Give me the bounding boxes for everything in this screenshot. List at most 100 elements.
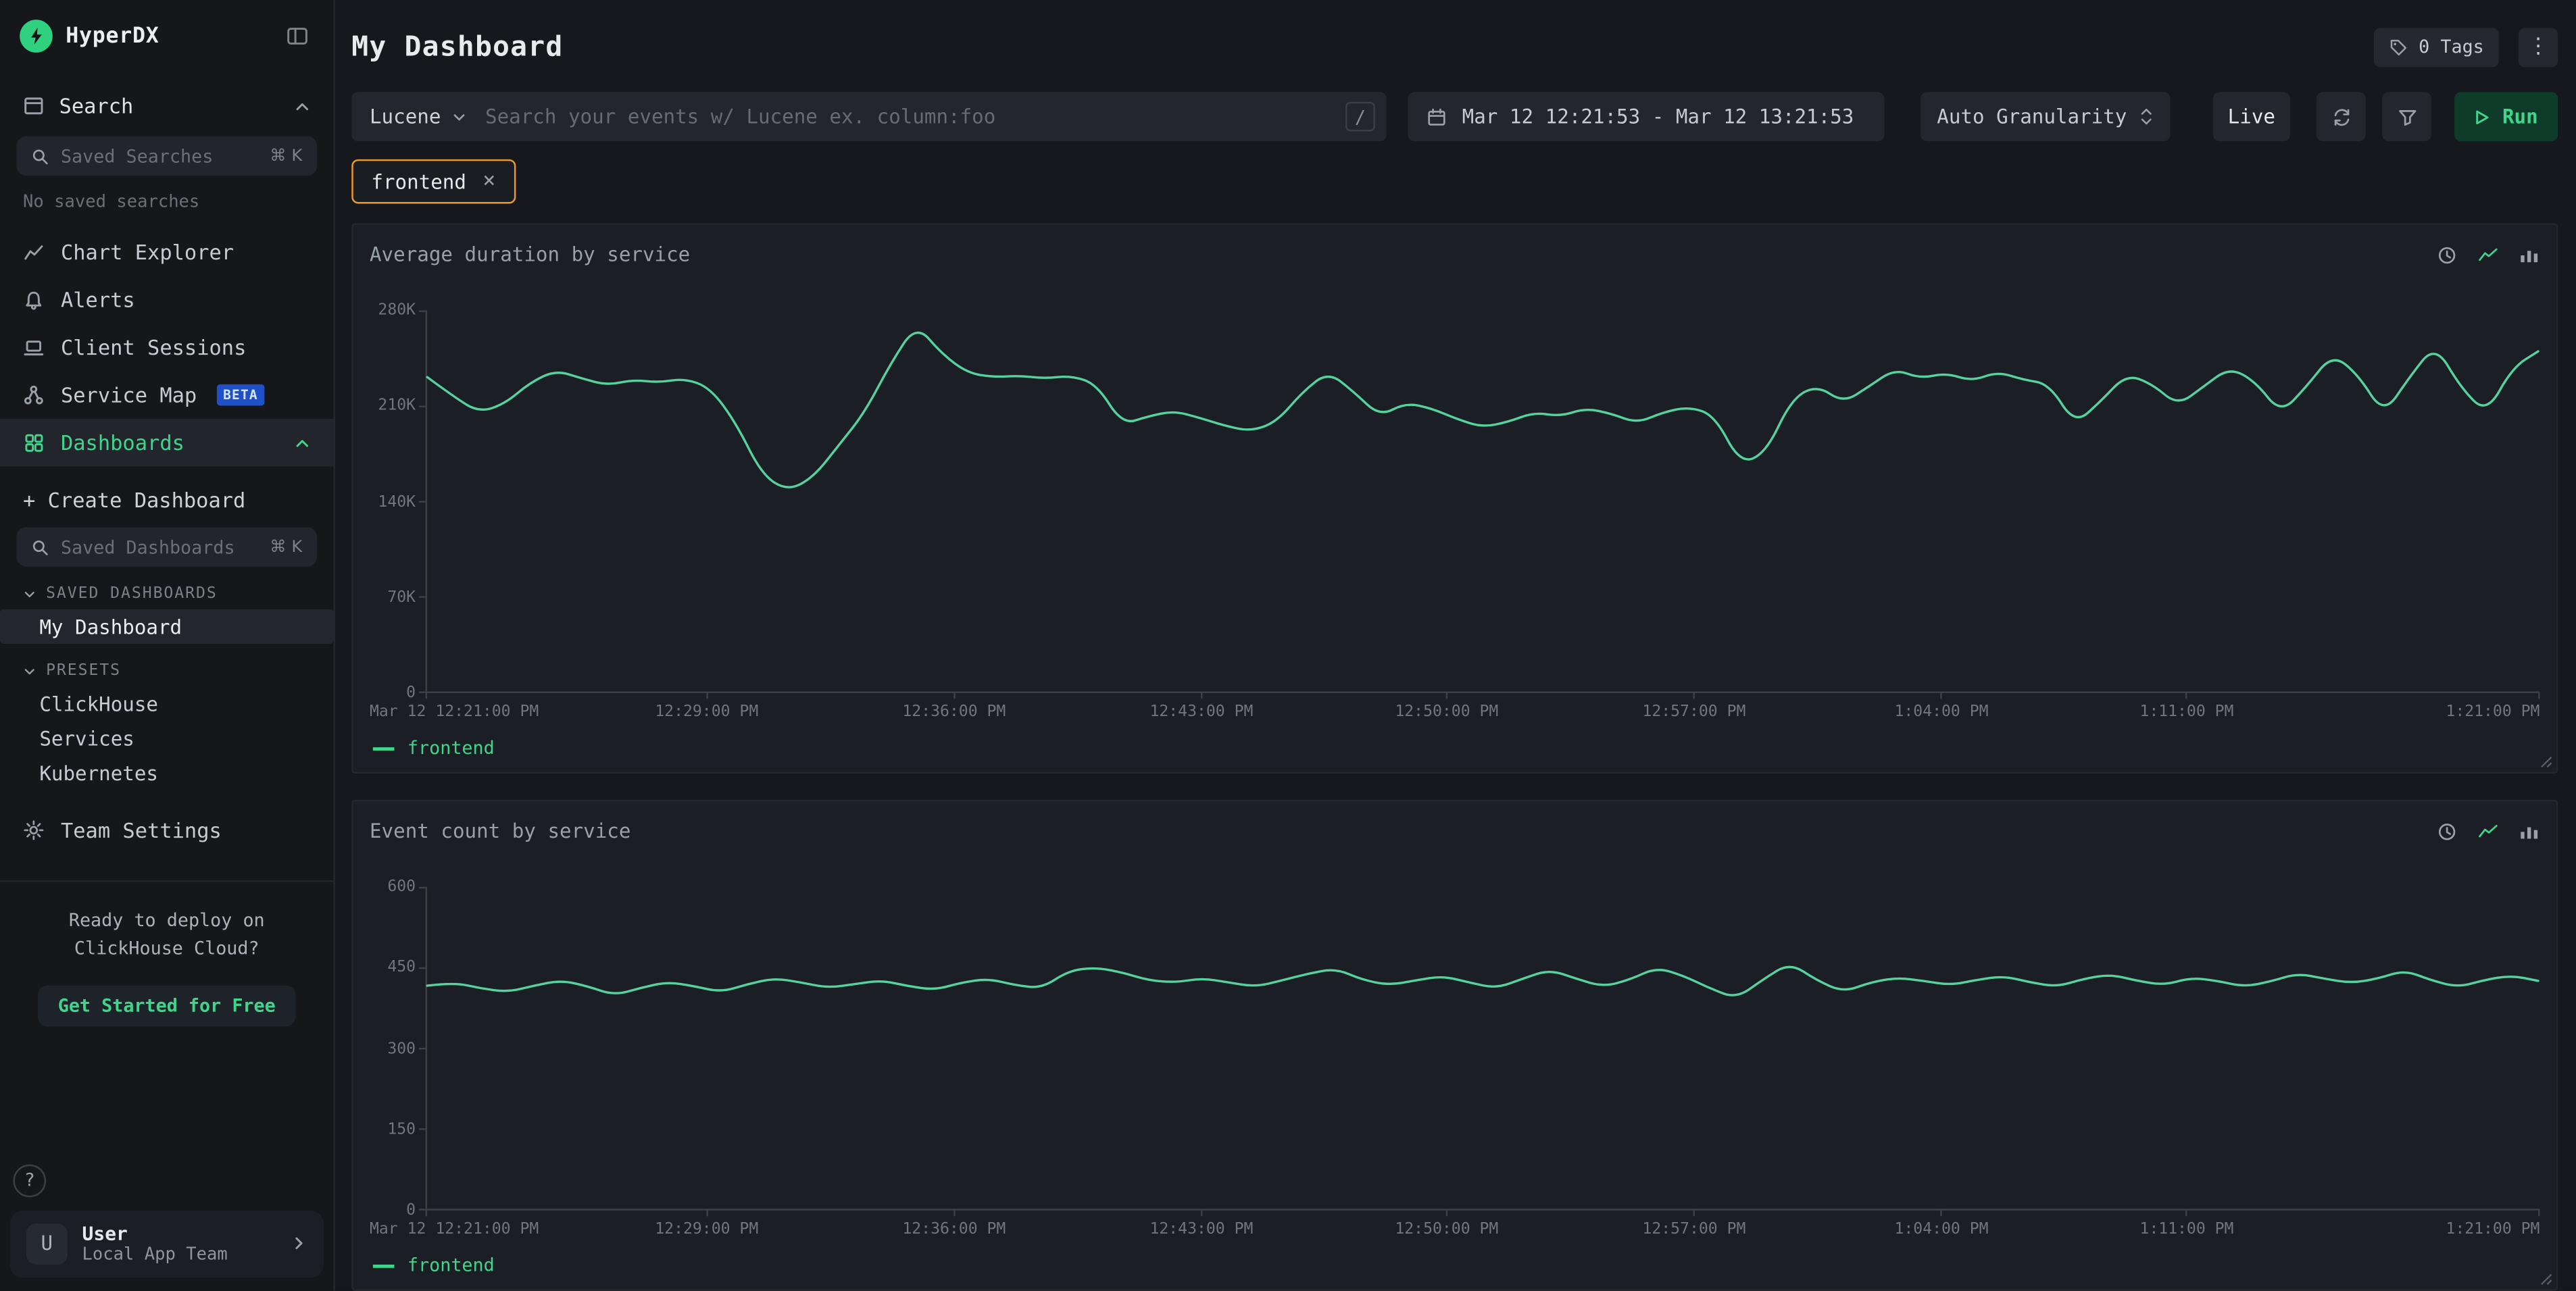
- sidebar-item-search[interactable]: Search: [0, 79, 334, 133]
- legend-swatch: [373, 1264, 395, 1267]
- collapse-sidebar-icon[interactable]: [281, 20, 314, 53]
- saved-dashboards-placeholder: Saved Dashboards: [61, 536, 258, 558]
- shortcut-hint: ⌘ K: [270, 147, 302, 166]
- date-range-value: Mar 12 12:21:53 - Mar 12 13:21:53: [1462, 105, 1854, 128]
- sidebar-item-label: Client Sessions: [61, 335, 246, 359]
- sidebar-item-service-map[interactable]: Service Map BETA: [0, 371, 334, 419]
- filter-icon: [2396, 106, 2418, 128]
- refresh-icon: [2331, 106, 2352, 128]
- dashboards-icon: [23, 432, 45, 453]
- promo-text: Ready to deploy on ClickHouse Cloud?: [20, 908, 314, 962]
- user-name: User: [82, 1221, 276, 1245]
- panel-resize-handle[interactable]: [2540, 1273, 2552, 1286]
- sidebar-item-chart-explorer[interactable]: Chart Explorer: [0, 228, 334, 276]
- x-axis-labels: Mar 12 12:21:00 PM12:29:00 PM12:36:00 PM…: [426, 1217, 2540, 1240]
- chevron-up-icon: [294, 98, 310, 114]
- bar-chart-icon[interactable]: [2519, 244, 2540, 265]
- legend-frontend[interactable]: frontend: [373, 1255, 2540, 1276]
- time-settings-icon[interactable]: [2436, 820, 2458, 842]
- filter-chip-frontend[interactable]: frontend ×: [351, 159, 515, 204]
- section-label: SAVED DASHBOARDS: [46, 584, 218, 603]
- main-content: My Dashboard 0 Tags ⋮ Lucene: [335, 0, 2576, 1291]
- line-chart-icon[interactable]: [2477, 244, 2499, 265]
- chart-title: Average duration by service: [370, 243, 690, 266]
- line-chart-icon[interactable]: [2477, 820, 2499, 842]
- sidebar-item-clickhouse[interactable]: ClickHouse: [0, 686, 334, 721]
- saved-searches-input[interactable]: Saved Searches ⌘ K: [16, 136, 317, 176]
- create-dashboard-button[interactable]: + Create Dashboard: [0, 476, 334, 524]
- chart-panel-average-duration: Average duration by service 280K210K140K…: [351, 224, 2558, 774]
- sidebar-item-my-dashboard[interactable]: My Dashboard: [0, 609, 334, 644]
- query-language-label: Lucene: [370, 105, 441, 128]
- create-dashboard-label: + Create Dashboard: [23, 488, 245, 512]
- legend-swatch: [373, 746, 395, 750]
- sidebar-item-dashboards[interactable]: Dashboards: [0, 419, 334, 467]
- bar-chart-icon[interactable]: [2519, 820, 2540, 842]
- user-team: Local App Team: [82, 1244, 276, 1266]
- line-chart-plot[interactable]: [426, 887, 2540, 1211]
- sidebar-item-label: Dashboards: [61, 430, 278, 455]
- kebab-icon: ⋮: [2527, 34, 2549, 59]
- sidebar-item-label: Team Settings: [61, 818, 222, 842]
- help-button[interactable]: ?: [13, 1163, 46, 1196]
- filter-button[interactable]: [2382, 92, 2431, 141]
- app-root: HyperDX Search Saved Searches ⌘ K No sav…: [0, 0, 2576, 1291]
- tags-label: 0 Tags: [2419, 36, 2484, 57]
- sidebar-item-label: Service Map: [61, 382, 197, 407]
- refresh-button[interactable]: [2317, 92, 2366, 141]
- no-saved-searches-text: No saved searches: [0, 176, 334, 222]
- bell-icon: [23, 289, 45, 311]
- get-started-button[interactable]: Get Started for Free: [39, 986, 295, 1027]
- shortcut-hint: ⌘ K: [270, 538, 302, 556]
- sidebar-nav: Chart Explorer Alerts Client Sessions Se…: [0, 228, 334, 467]
- x-axis-labels: Mar 12 12:21:00 PM12:29:00 PM12:36:00 PM…: [426, 700, 2540, 723]
- sidebar-item-alerts[interactable]: Alerts: [0, 276, 334, 324]
- search-section-icon: [23, 95, 45, 117]
- search-input[interactable]: Search your events w/ Lucene ex. column:…: [485, 105, 1334, 128]
- sidebar-item-label: Alerts: [61, 287, 135, 311]
- saved-dashboards-input[interactable]: Saved Dashboards ⌘ K: [16, 527, 317, 566]
- line-chart-plot[interactable]: [426, 310, 2540, 692]
- chevron-down-icon: [23, 587, 36, 600]
- section-saved-dashboards[interactable]: SAVED DASHBOARDS: [0, 567, 334, 609]
- date-range-picker[interactable]: Mar 12 12:21:53 - Mar 12 13:21:53: [1408, 92, 1884, 141]
- avatar: U: [26, 1223, 68, 1265]
- query-bar: Lucene Search your events w/ Lucene ex. …: [351, 92, 1387, 141]
- y-axis-labels: 280K210K140K70K0: [370, 310, 426, 692]
- dashboard-menu-button[interactable]: ⋮: [2519, 27, 2558, 66]
- logo-row: HyperDX: [0, 0, 334, 69]
- section-presets[interactable]: PRESETS: [0, 644, 334, 686]
- y-axis-labels: 6004503001500: [370, 887, 426, 1211]
- granularity-select[interactable]: Auto Granularity: [1921, 92, 2171, 141]
- chevron-down-icon: [23, 664, 36, 677]
- live-button[interactable]: Live: [2213, 92, 2290, 141]
- user-menu[interactable]: U User Local App Team: [10, 1210, 324, 1278]
- time-settings-icon[interactable]: [2436, 244, 2458, 265]
- tags-button[interactable]: 0 Tags: [2375, 27, 2499, 66]
- app-name: HyperDX: [66, 24, 159, 48]
- panel-resize-handle[interactable]: [2540, 755, 2552, 768]
- chevron-right-icon: [291, 1236, 307, 1252]
- select-chevrons-icon: [2139, 107, 2154, 126]
- granularity-value: Auto Granularity: [1937, 105, 2127, 128]
- calendar-icon: [1426, 106, 1447, 128]
- sidebar-item-client-sessions[interactable]: Client Sessions: [0, 324, 334, 372]
- run-button[interactable]: Run: [2454, 92, 2558, 141]
- legend-label: frontend: [407, 1255, 495, 1276]
- tag-icon: [2389, 37, 2408, 57]
- page-title: My Dashboard: [351, 30, 563, 64]
- sidebar-item-label: Chart Explorer: [61, 240, 234, 264]
- query-language-select[interactable]: Lucene: [351, 105, 485, 128]
- chart-explorer-icon: [23, 241, 45, 263]
- chevron-up-icon: [294, 434, 310, 451]
- sidebar: HyperDX Search Saved Searches ⌘ K No sav…: [0, 0, 335, 1291]
- sidebar-item-label: Search: [59, 94, 280, 118]
- legend-frontend[interactable]: frontend: [373, 738, 2540, 759]
- laptop-icon: [23, 336, 45, 358]
- sidebar-item-kubernetes[interactable]: Kubernetes: [0, 755, 334, 790]
- search-icon: [31, 147, 49, 166]
- sidebar-item-team-settings[interactable]: Team Settings: [0, 807, 334, 855]
- close-icon[interactable]: ×: [482, 169, 495, 193]
- filter-chip-label: frontend: [371, 170, 466, 193]
- sidebar-item-services[interactable]: Services: [0, 721, 334, 755]
